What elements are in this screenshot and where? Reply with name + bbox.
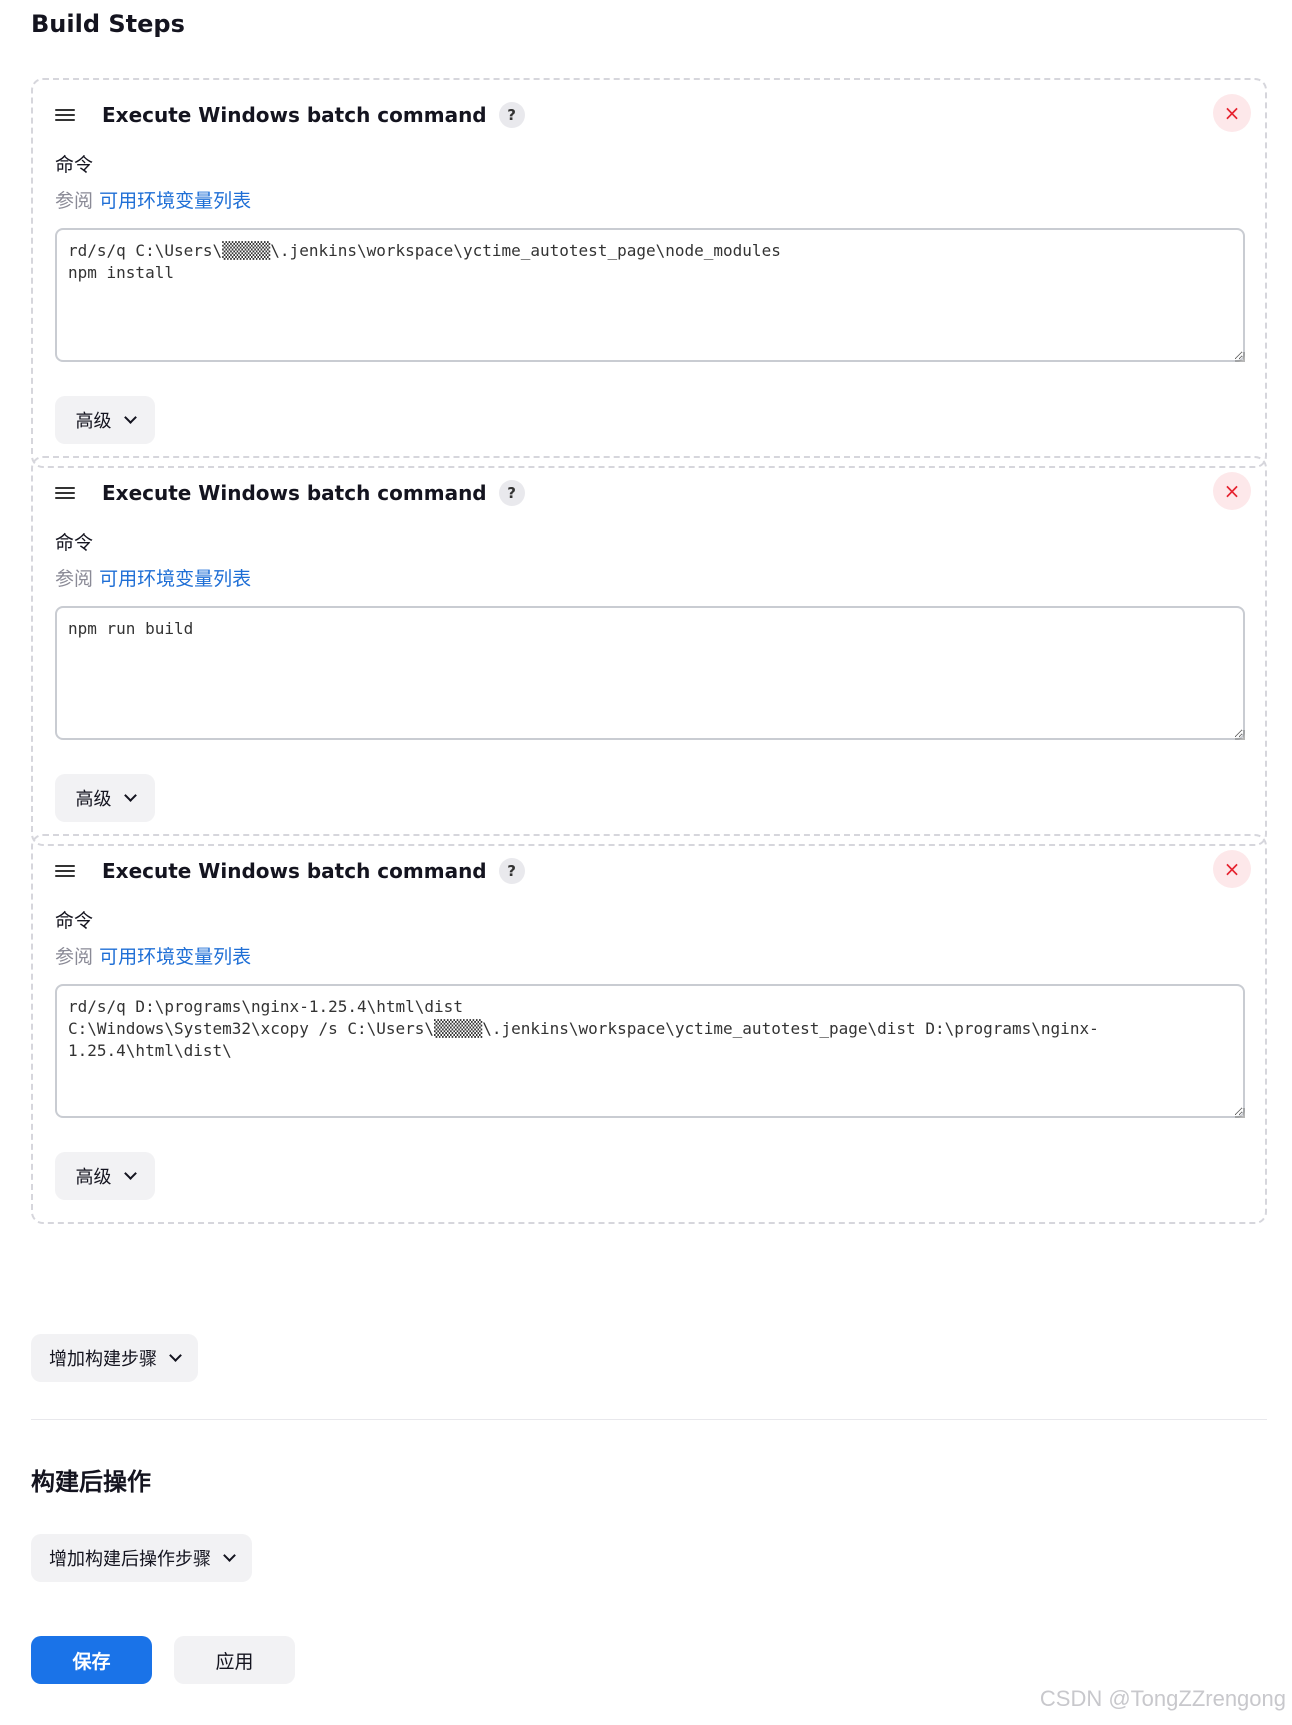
advanced-button[interactable]: 高级 xyxy=(55,396,155,444)
command-label: 命令 xyxy=(55,910,94,932)
add-post-build-step-button[interactable]: 增加构建后操作步骤 xyxy=(31,1534,252,1582)
advanced-label: 高级 xyxy=(75,1167,112,1188)
command-textarea[interactable]: npm run build xyxy=(55,606,1245,740)
chevron-down-icon xyxy=(223,1549,236,1562)
section-divider xyxy=(31,1419,1267,1420)
env-vars-link[interactable]: 可用环境变量列表 xyxy=(99,190,251,212)
env-vars-prefix: 参阅 xyxy=(55,190,94,212)
chevron-down-icon xyxy=(169,1349,182,1362)
apply-button[interactable]: 应用 xyxy=(174,1636,295,1684)
add-build-step-button[interactable]: 增加构建步骤 xyxy=(31,1334,198,1382)
env-vars-line: 参阅 可用环境变量列表 xyxy=(55,564,251,591)
step-header: Execute Windows batch command ? xyxy=(55,100,525,130)
step-title: Execute Windows batch command xyxy=(102,859,487,883)
command-textarea[interactable]: rd/s/q C:\Users\▒▒▒▒▒\.jenkins\workspace… xyxy=(55,228,1245,362)
build-steps-title: Build Steps xyxy=(31,10,185,38)
add-build-step-label: 增加构建步骤 xyxy=(49,1349,157,1370)
advanced-button[interactable]: 高级 xyxy=(55,1152,155,1200)
advanced-label: 高级 xyxy=(75,411,112,432)
command-label: 命令 xyxy=(55,154,94,176)
delete-step-button[interactable]: × xyxy=(1213,472,1251,510)
help-icon[interactable]: ? xyxy=(498,480,525,506)
env-vars-link[interactable]: 可用环境变量列表 xyxy=(99,568,251,590)
command-textarea[interactable]: rd/s/q D:\programs\nginx-1.25.4\html\dis… xyxy=(55,984,1245,1118)
advanced-label: 高级 xyxy=(75,789,112,810)
chevron-down-icon xyxy=(123,1167,137,1180)
chevron-down-icon xyxy=(123,411,137,424)
help-icon[interactable]: ? xyxy=(498,102,525,128)
step-header: Execute Windows batch command ? xyxy=(55,856,525,886)
step-title: Execute Windows batch command xyxy=(102,103,487,127)
chevron-down-icon xyxy=(123,789,137,802)
delete-step-button[interactable]: × xyxy=(1213,850,1251,888)
add-post-build-label: 增加构建后操作步骤 xyxy=(49,1549,211,1570)
delete-step-button[interactable]: × xyxy=(1213,94,1251,132)
build-step-card: Execute Windows batch command ? × 命令 参阅 … xyxy=(31,78,1267,468)
step-title: Execute Windows batch command xyxy=(102,481,487,505)
advanced-button[interactable]: 高级 xyxy=(55,774,155,822)
env-vars-prefix: 参阅 xyxy=(55,568,94,590)
env-vars-line: 参阅 可用环境变量列表 xyxy=(55,186,251,213)
drag-handle-icon[interactable] xyxy=(55,108,75,122)
env-vars-line: 参阅 可用环境变量列表 xyxy=(55,942,251,969)
build-step-card: Execute Windows batch command ? × 命令 参阅 … xyxy=(31,456,1267,846)
step-header: Execute Windows batch command ? xyxy=(55,478,525,508)
build-step-card: Execute Windows batch command ? × 命令 参阅 … xyxy=(31,834,1267,1224)
save-button[interactable]: 保存 xyxy=(31,1636,152,1684)
watermark: CSDN @TongZZrengong xyxy=(1039,1686,1286,1711)
help-icon[interactable]: ? xyxy=(498,858,525,884)
drag-handle-icon[interactable] xyxy=(55,864,75,878)
post-build-title: 构建后操作 xyxy=(31,1468,151,1496)
env-vars-link[interactable]: 可用环境变量列表 xyxy=(99,946,251,968)
command-label: 命令 xyxy=(55,532,94,554)
env-vars-prefix: 参阅 xyxy=(55,946,94,968)
drag-handle-icon[interactable] xyxy=(55,486,75,500)
